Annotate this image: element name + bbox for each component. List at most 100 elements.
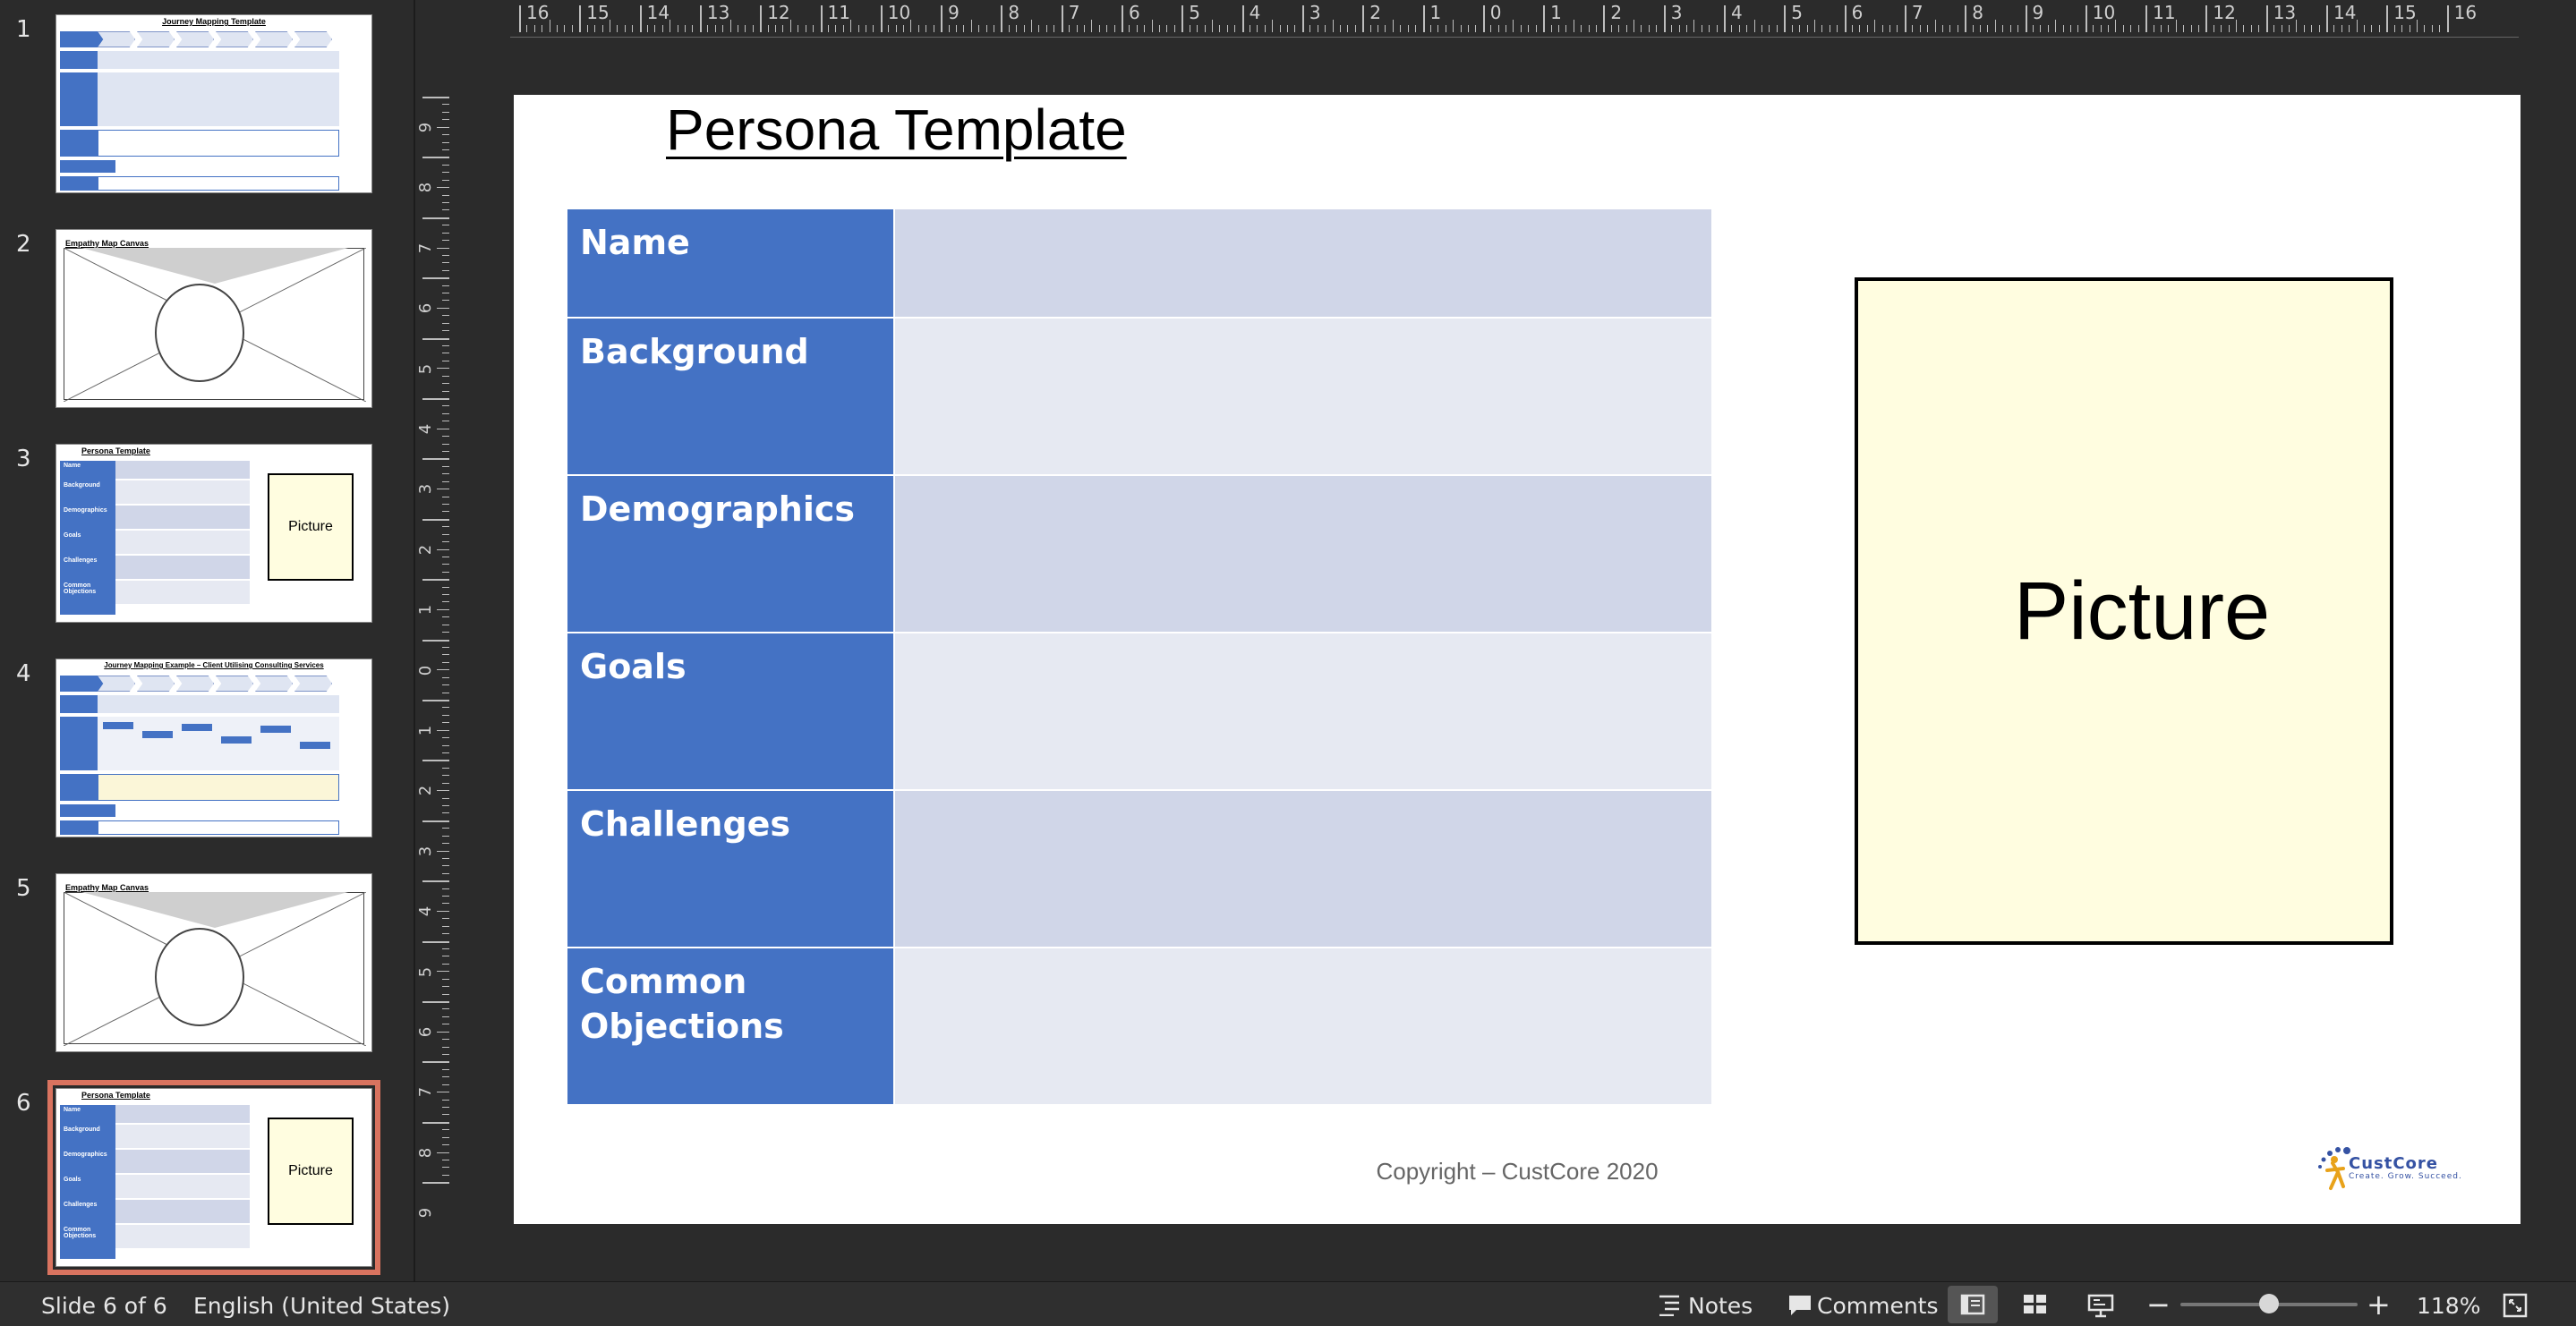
zoom-level[interactable]: 118% bbox=[2417, 1293, 2480, 1319]
table-row-background[interactable]: Background bbox=[567, 319, 1711, 474]
slide-title[interactable]: Persona Template bbox=[666, 97, 1127, 163]
zoom-slider-thumb[interactable] bbox=[2259, 1294, 2279, 1313]
ruler-minor-tick bbox=[2416, 20, 2418, 32]
ruler-minor-tick bbox=[1852, 25, 1853, 32]
ruler-minor-tick bbox=[1776, 25, 1778, 32]
thumb-cell bbox=[115, 1175, 250, 1198]
slide-thumbnail-4[interactable]: 4 Journey Mapping Example – Client Utili… bbox=[0, 659, 415, 846]
ruler-minor-tick bbox=[442, 480, 449, 482]
ruler-minor-tick bbox=[2137, 25, 2139, 32]
ruler-minor-tick bbox=[948, 25, 950, 32]
slide-count-status[interactable]: Slide 6 of 6 bbox=[41, 1293, 167, 1319]
table-row-common-objections[interactable]: Common Objections bbox=[567, 948, 1711, 1104]
normal-view-button[interactable] bbox=[1948, 1286, 1998, 1323]
ruler-minor-tick bbox=[895, 25, 897, 32]
slide-preview[interactable]: Persona Template Name Background Demogra… bbox=[55, 444, 372, 623]
slide-thumbnail-1[interactable]: 1 Journey Mapping Template bbox=[0, 14, 415, 202]
ruler-minor-tick bbox=[1881, 25, 1883, 32]
copyright-footer[interactable]: Copyright – CustCore 2020 bbox=[514, 1158, 2521, 1186]
row-label[interactable]: Common Objections bbox=[567, 948, 893, 1104]
zoom-out-button[interactable]: − bbox=[2146, 1288, 2171, 1322]
ruler-minor-tick bbox=[903, 25, 905, 32]
thumb-row-label: Demographics bbox=[64, 507, 107, 514]
row-label[interactable]: Demographics bbox=[567, 476, 893, 632]
slide-thumbnail-5[interactable]: 5 Empathy Map Canvas bbox=[0, 873, 415, 1061]
table-row-goals[interactable]: Goals bbox=[567, 633, 1711, 789]
presenter-view-button[interactable] bbox=[2078, 1286, 2121, 1323]
fit-window-icon bbox=[2503, 1293, 2528, 1318]
ruler-minor-tick bbox=[2349, 25, 2350, 32]
ruler-minor-tick bbox=[917, 25, 919, 32]
ruler-label: 11 bbox=[2153, 2, 2176, 23]
ruler-minor-tick bbox=[775, 25, 777, 32]
ruler-label: 5 bbox=[1791, 2, 1804, 23]
logo-name: CustCore bbox=[2349, 1154, 2439, 1173]
slide-preview[interactable]: Journey Mapping Template bbox=[55, 14, 372, 193]
row-value-cell[interactable] bbox=[895, 476, 1711, 632]
row-label[interactable]: Goals bbox=[567, 633, 893, 789]
notes-button[interactable]: Notes bbox=[1652, 1286, 1760, 1323]
row-label[interactable]: Name bbox=[567, 209, 893, 317]
table-row-demographics[interactable]: Demographics bbox=[567, 476, 1711, 632]
row-label[interactable]: Challenges bbox=[567, 791, 893, 947]
ruler-minor-tick bbox=[442, 390, 449, 392]
ruler-minor-tick bbox=[2341, 25, 2342, 32]
row-label[interactable]: Background bbox=[567, 319, 893, 474]
slide-preview-selected[interactable]: Persona Template Name Background Demogra… bbox=[47, 1080, 380, 1275]
row-value-cell[interactable] bbox=[895, 948, 1711, 1104]
ruler-minor-tick bbox=[1837, 25, 1838, 32]
thumb-sticky bbox=[182, 724, 212, 731]
ruler-minor-tick bbox=[2093, 25, 2094, 32]
language-status[interactable]: English (United States) bbox=[193, 1293, 450, 1319]
vertical-ruler[interactable]: 9 8 7 6 5 4 3 2 1 0 1 2 3 4 5 6 7 8 9 bbox=[416, 93, 451, 1228]
fit-to-window-button[interactable] bbox=[2497, 1286, 2533, 1323]
slide-preview[interactable]: Journey Mapping Example – Client Utilisi… bbox=[55, 659, 372, 837]
row-value-cell[interactable] bbox=[895, 209, 1711, 317]
row-value-cell[interactable] bbox=[895, 791, 1711, 947]
ruler-label: 5 bbox=[1189, 2, 1201, 23]
ruler-minor-tick bbox=[442, 782, 449, 784]
ruler-minor-tick bbox=[442, 835, 449, 837]
ruler-minor-tick bbox=[442, 963, 449, 965]
row-value-cell[interactable] bbox=[895, 319, 1711, 474]
ruler-minor-tick bbox=[442, 564, 449, 565]
thumb-chevron bbox=[216, 676, 253, 692]
thumb-chevron bbox=[137, 676, 175, 692]
row-value-cell[interactable] bbox=[895, 633, 1711, 789]
zoom-in-button[interactable]: + bbox=[2367, 1288, 2391, 1322]
ruler-minor-tick bbox=[1129, 25, 1130, 32]
thumb-label-cell bbox=[60, 160, 115, 173]
ruler-minor-tick bbox=[437, 729, 449, 731]
ruler-minor-tick bbox=[1753, 20, 1755, 32]
ruler-major-tick bbox=[422, 1001, 449, 1003]
ruler-minor-tick bbox=[1347, 25, 1349, 32]
ruler-minor-tick bbox=[1467, 25, 1469, 32]
table-row-challenges[interactable]: Challenges bbox=[567, 791, 1711, 947]
comments-button[interactable]: Comments bbox=[1785, 1286, 1939, 1323]
thumb-row-label: Goals bbox=[64, 1177, 81, 1183]
ruler-minor-tick bbox=[1083, 25, 1085, 32]
slide-canvas[interactable]: Persona Template Name Background Demogra… bbox=[514, 95, 2521, 1224]
ruler-minor-tick bbox=[835, 25, 837, 32]
slide-number: 6 bbox=[16, 1090, 31, 1117]
ruler-minor-tick bbox=[437, 247, 449, 249]
slide-thumbnail-3[interactable]: 3 Persona Template Name Background Demog… bbox=[0, 444, 415, 632]
ruler-minor-tick bbox=[442, 872, 449, 874]
picture-placeholder[interactable]: Picture bbox=[1855, 277, 2393, 945]
slide-preview[interactable]: Empathy Map Canvas bbox=[55, 873, 372, 1052]
ruler-minor-tick bbox=[617, 25, 618, 32]
ruler-minor-tick bbox=[2100, 25, 2102, 32]
ruler-label: 8 bbox=[1972, 2, 1983, 23]
ruler-minor-tick bbox=[442, 473, 449, 475]
slide-sorter-button[interactable] bbox=[2014, 1286, 2057, 1323]
custcore-logo[interactable]: CustCore Create. Grow. Succeed. bbox=[2316, 1142, 2478, 1195]
ruler-label: 4 bbox=[1249, 2, 1261, 23]
ruler-minor-tick bbox=[1941, 25, 1943, 32]
ruler-minor-tick bbox=[1813, 20, 1815, 32]
slide-thumbnail-2[interactable]: 2 Empathy Map Canvas bbox=[0, 229, 415, 417]
slide-thumbnail-6[interactable]: 6 Persona Template Name Background Demog… bbox=[0, 1080, 415, 1276]
ruler-minor-tick bbox=[1490, 25, 1492, 32]
horizontal-ruler[interactable]: 16 15 14 13 12 11 10 9 8 7 6 5 4 3 2 1 0 1 2 3 4 5 6 7 8 9 10 11 12 1… bbox=[510, 0, 2519, 38]
slide-preview[interactable]: Empathy Map Canvas bbox=[55, 229, 372, 408]
table-row-name[interactable]: Name bbox=[567, 209, 1711, 317]
